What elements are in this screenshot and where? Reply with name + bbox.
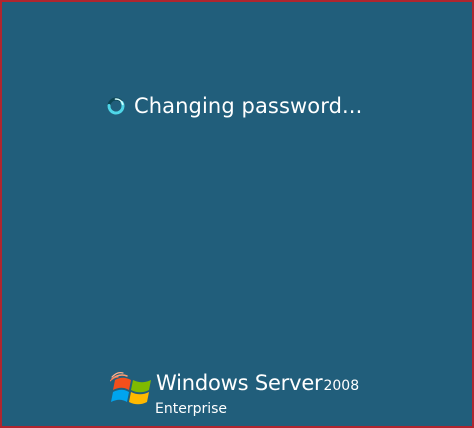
windows-server-branding: Windows Server2008 Enterprise <box>110 365 370 425</box>
product-title: Windows Server <box>156 371 323 395</box>
windows-flag-icon <box>110 372 151 405</box>
status-message: Changing password... <box>134 94 363 118</box>
status-line: Changing password... <box>106 94 362 118</box>
product-name: Windows Server2008 <box>156 373 359 394</box>
login-screen: Changing password... Windows Server2008 … <box>0 0 474 428</box>
product-edition: Enterprise <box>155 401 228 417</box>
loading-spinner-icon <box>107 97 125 115</box>
product-version: 2008 <box>323 378 360 394</box>
